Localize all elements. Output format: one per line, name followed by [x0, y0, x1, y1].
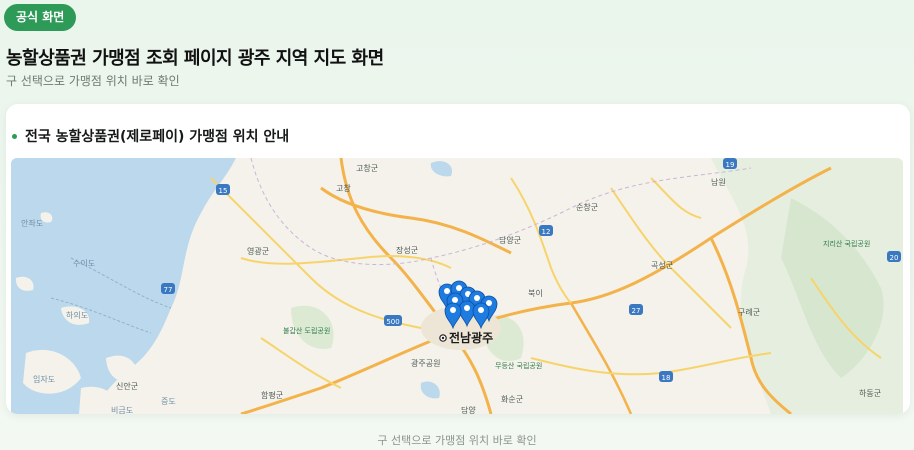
svg-text:18: 18 [662, 374, 671, 382]
place-label: 신안군 [116, 381, 138, 391]
place-label: 담양 [461, 405, 476, 414]
park-label: 불갑산 도립공원 [283, 326, 330, 335]
store-location-map[interactable]: 19 12 15 77 500 27 18 20 고창군 고창 영광군 장성군 … [11, 158, 903, 414]
park-label: 지리산 국립공원 [823, 239, 870, 248]
place-label: 북이 [528, 288, 543, 298]
place-label: 남원 [711, 178, 726, 187]
route-shield-20: 20 [887, 251, 901, 262]
page-title: 농할상품권 가맹점 조회 페이지 광주 지역 지도 화면 [6, 48, 384, 69]
page-subtitle: 구 선택으로 가맹점 위치 바로 확인 [6, 74, 180, 88]
island-label: 안좌도 [21, 218, 43, 228]
place-label: 곡성군 [651, 261, 673, 270]
place-label: 함평군 [261, 390, 283, 400]
island-label: 하의도 [66, 310, 88, 320]
footer-caption: 구 선택으로 가맹점 위치 바로 확인 [377, 434, 537, 447]
island-label: 증도 [161, 397, 176, 406]
official-screen-badge: 공식 화면 [4, 4, 77, 31]
svg-text:77: 77 [164, 286, 173, 294]
svg-text:500: 500 [386, 318, 399, 326]
card-header: 전국 농할상품권(제로페이) 가맹점 위치 안내 [12, 126, 289, 146]
route-shield-77: 77 [161, 283, 175, 294]
route-shield-19: 19 [723, 158, 737, 169]
park-label: 무등산 국립공원 [495, 361, 542, 370]
map-canvas[interactable]: 19 12 15 77 500 27 18 20 고창군 고창 영광군 장성군 … [11, 158, 903, 414]
svg-text:19: 19 [726, 161, 735, 169]
city-label: 전남광주 [449, 330, 493, 345]
place-label: 영광군 [247, 246, 269, 256]
island-label: 수이도 [73, 258, 95, 268]
island-label: 비금도 [111, 406, 133, 414]
place-label: 장성군 [396, 245, 418, 255]
card-title: 전국 농할상품권(제로페이) 가맹점 위치 안내 [25, 129, 290, 145]
city-marker [439, 334, 447, 342]
place-label: 구례군 [738, 307, 760, 317]
route-shield-27: 27 [629, 304, 643, 315]
place-label: 담양군 [499, 235, 521, 245]
place-label: 하동군 [859, 388, 881, 398]
place-label: 광주공원 [411, 358, 440, 368]
place-label: 순창군 [576, 203, 598, 212]
route-shield-15: 15 [216, 184, 230, 195]
map-card: 전국 농할상품권(제로페이) 가맹점 위치 안내 19 12 15 77 500… [6, 104, 910, 414]
route-shield-500: 500 [384, 315, 402, 326]
svg-text:12: 12 [542, 228, 551, 236]
svg-text:27: 27 [632, 307, 641, 315]
place-label: 화순군 [501, 395, 523, 404]
route-shield-18: 18 [659, 371, 673, 382]
island-label: 임자도 [33, 375, 55, 384]
route-shield-12: 12 [539, 225, 553, 236]
place-label: 고창군 [356, 164, 378, 173]
bullet-icon [12, 133, 17, 139]
svg-text:20: 20 [890, 254, 899, 262]
svg-text:15: 15 [219, 187, 228, 195]
place-label: 고창 [336, 184, 351, 193]
